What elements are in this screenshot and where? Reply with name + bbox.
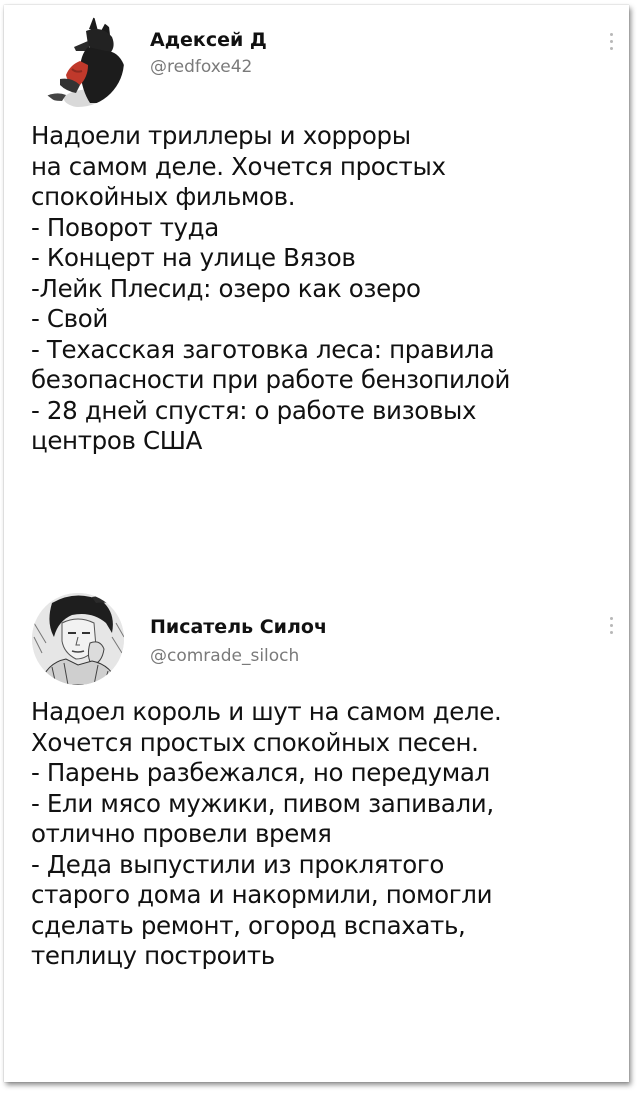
tweet-text-line: Хочется простых спокойных песен. [31, 727, 479, 757]
display-name[interactable]: Писатель Силоч [150, 616, 327, 638]
user-handle[interactable]: @redfoxe42 [150, 57, 252, 77]
tweet-text-line: - Парень разбежался, но передумал [31, 758, 490, 787]
tweet-text-line: теплицу построить [31, 941, 275, 970]
tweet-text-line: - Техасская заготовка леса: правила [31, 334, 495, 364]
avatar-1[interactable] [32, 15, 124, 107]
tweet-text-line: спокойных фильмов. [31, 182, 296, 211]
tweet-text-line: безопасности при работе бензопилой [31, 365, 511, 394]
tweet-text-line: на самом деле. Хочется простых [31, 151, 446, 181]
tweet-text: Надоели триллеры и хорроры на самом деле… [31, 121, 617, 457]
tweet-text-line: центров США [31, 426, 203, 455]
more-vertical-icon[interactable] [607, 33, 615, 50]
tweet-text-line: - Свой [31, 304, 108, 333]
tweet-text-line: -Лейк Плесид: озеро как озеро [31, 273, 421, 303]
avatar-2[interactable] [32, 593, 124, 685]
tweet-text-line: - Ели мясо мужики, пивом запивали, [31, 788, 494, 818]
user-handle[interactable]: @comrade_siloch [150, 646, 299, 666]
tweet-text-line: - Концерт на улице Вязов [31, 243, 356, 272]
more-vertical-icon[interactable] [607, 617, 615, 634]
tweet-1: Адексей Д @redfoxe42 Надоели триллеры и … [4, 5, 629, 583]
tweet-text: Надоел король и шут на самом деле. Хочет… [31, 697, 617, 972]
tweet-text-line: - 28 дней спустя: о работе визовых [31, 395, 477, 425]
tweet-text-line: - Деда выпустили из проклятого [31, 849, 445, 879]
tweet-text-line: Надоели триллеры и хорроры [31, 121, 411, 150]
tweet-text-line: старого дома и накормили, помогли [31, 880, 493, 909]
dog-avatar-icon [32, 15, 124, 107]
display-name[interactable]: Адексей Д [150, 29, 267, 51]
tweet-text-line: - Поворот туда [31, 212, 219, 242]
portrait-avatar-icon [32, 593, 124, 685]
tweet-text-line: отлично провели время [31, 819, 332, 848]
tweet-text-line: сделать ремонт, огород вспахать, [31, 910, 466, 940]
screenshot-frame: Адексей Д @redfoxe42 Надоели триллеры и … [4, 5, 629, 1082]
tweet-2: Писатель Силоч @comrade_siloch Надоел ко… [4, 585, 629, 1082]
tweet-text-line: Надоел король и шут на самом деле. [31, 697, 502, 726]
